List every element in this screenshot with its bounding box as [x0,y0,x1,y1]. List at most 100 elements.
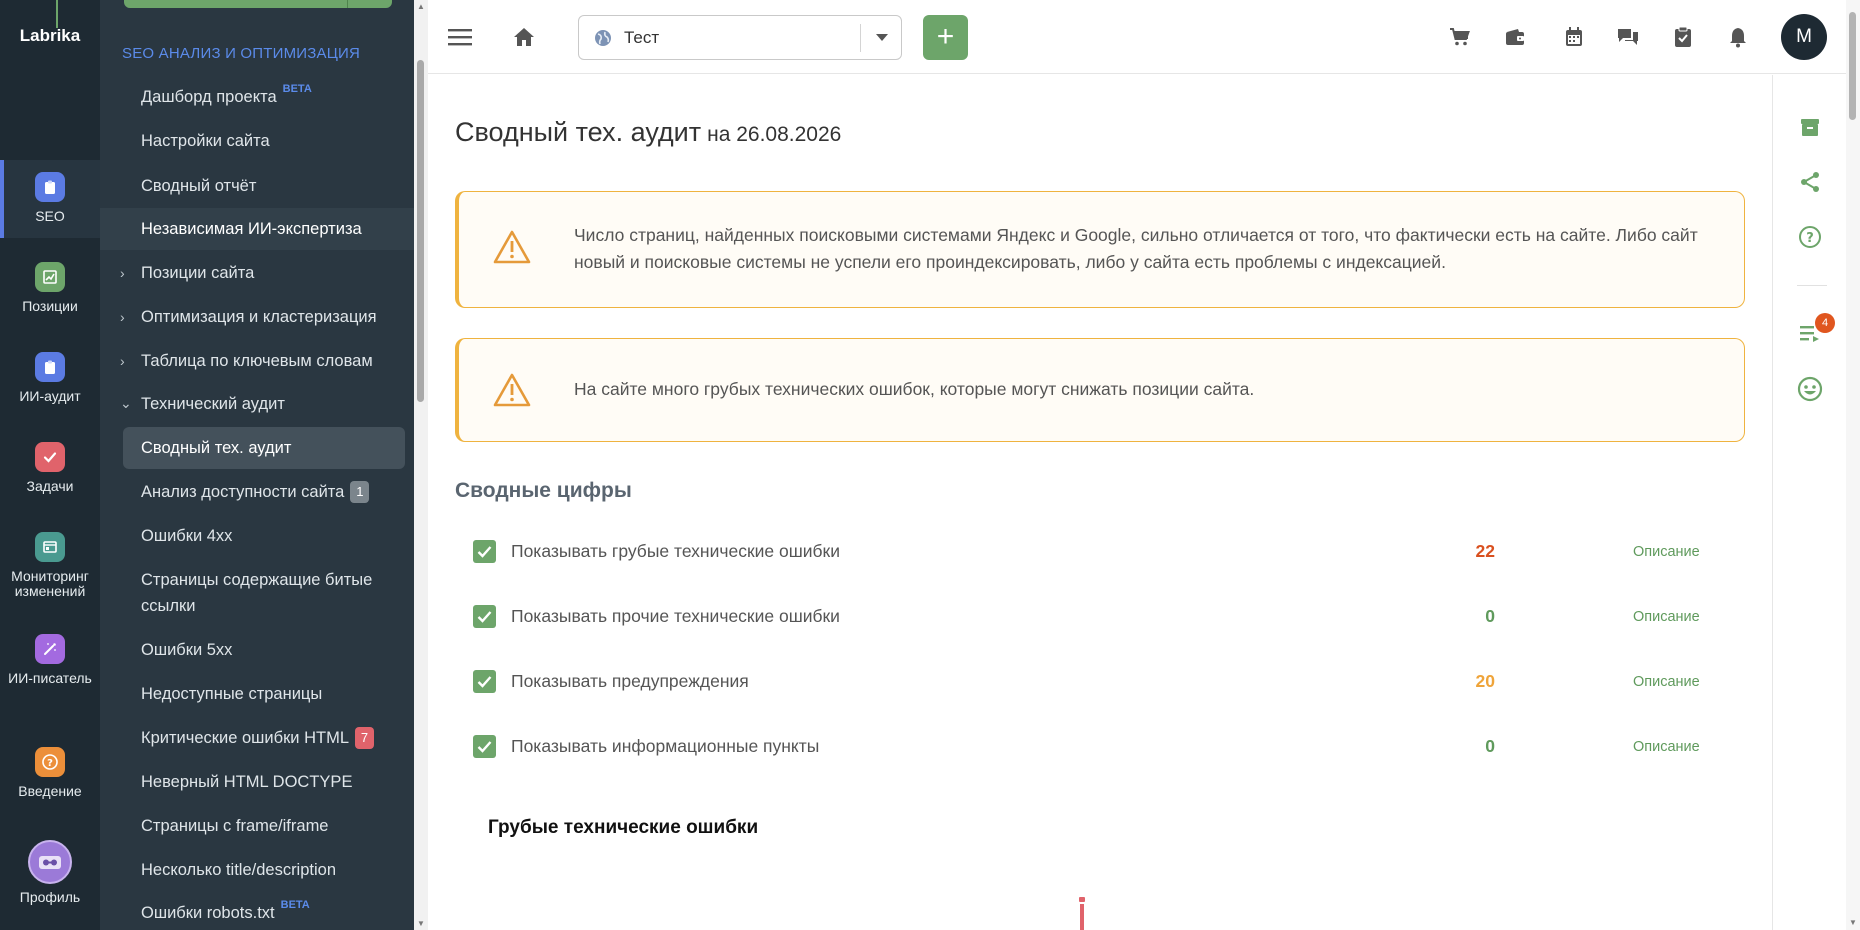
add-project-button[interactable]: + [923,15,968,60]
sidebar-item-errors-5xx[interactable]: Ошибки 5xx [100,637,414,663]
wallet-icon[interactable] [1500,22,1530,52]
sidebar-scrollbar[interactable]: ▲ ▼ [414,0,428,930]
rail-item-ai-writer[interactable]: ИИ-писатель [0,634,100,686]
warning-alert-indexing: Число страниц, найденных поисковыми сист… [455,191,1745,308]
sidebar-item-frames[interactable]: Страницы с frame/iframe [100,813,414,839]
chart-icon [35,262,65,292]
rail-item-monitoring[interactable]: Мониторинг изменений [0,532,100,599]
stat-label[interactable]: Показывать прочие технические ошибки [511,606,840,627]
rail-item-intro[interactable]: ? Введение [0,747,100,799]
sidebar-item-label: Анализ доступности сайта [141,483,345,501]
user-avatar[interactable]: M [1781,14,1827,60]
stat-value: 20 [1475,671,1495,691]
rail-item-label: Профиль [19,889,81,905]
description-link[interactable]: Описание [1633,609,1700,625]
sidebar-item-unavailable-pages[interactable]: Недоступные страницы [100,681,414,707]
scroll-down-icon[interactable]: ▼ [417,919,425,928]
sidebar-item-title-description[interactable]: Несколько title/description [100,857,414,883]
menu-icon[interactable] [445,22,475,52]
sidebar-item-label: Независимая ИИ-экспертиза [141,220,362,238]
sidebar-item-site-settings[interactable]: Настройки сайта [100,128,414,154]
scrollbar-thumb[interactable] [1849,12,1856,120]
home-icon[interactable] [509,22,539,52]
sidebar-item-dashboard[interactable]: Дашборд проекта BETA [100,83,414,112]
stat-label[interactable]: Показывать предупреждения [511,671,749,692]
sidebar-item-label: Ошибки 5xx [141,641,233,659]
sidebar-item-label: Позиции сайта [141,264,255,282]
sidebar-item-label: Настройки сайта [141,132,270,150]
sidebar-item-keyword-table[interactable]: › Таблица по ключевым словам [100,348,414,374]
sidebar-top-button[interactable] [124,0,392,8]
sidebar-item-label: Ошибки 4xx [141,527,233,545]
chevron-right-icon: › [120,309,125,325]
chevron-down-icon[interactable] [876,34,888,41]
sidebar-item-optimization[interactable]: › Оптимизация и кластеризация [100,304,414,330]
support-icon[interactable] [1797,376,1823,402]
right-rail: ? 4 [1772,75,1846,930]
sidebar-item-summary-report[interactable]: Сводный отчёт [100,173,414,199]
rail-item-tasks[interactable]: Задачи [0,442,100,494]
stat-row: Показывать прочие технические ошибки 0 О… [473,602,1723,632]
rail-item-seo[interactable]: SEO [0,160,100,238]
rail-item-ai-audit[interactable]: ИИ-аудит [0,352,100,404]
right-rail-divider [1797,285,1827,286]
checkbox[interactable] [473,670,496,693]
sidebar-item-tech-audit[interactable]: ⌄ Технический аудит [100,391,414,417]
share-icon[interactable] [1797,169,1823,195]
page-scrollbar[interactable]: ▼ [1846,0,1860,930]
magic-wand-icon [35,634,65,664]
sidebar-item-site-positions[interactable]: › Позиции сайта [100,260,414,286]
clipboard-icon [35,172,65,202]
sidebar-nav: SEO АНАЛИЗ И ОПТИМИЗАЦИЯ Дашборд проекта… [100,0,414,930]
stat-row: Показывать грубые технические ошибки 22 … [473,537,1723,567]
scroll-up-icon[interactable]: ▲ [417,2,425,11]
checkbox[interactable] [473,735,496,758]
sidebar-item-broken-links[interactable]: Страницы содержащие битые ссылки [100,567,414,619]
rail-item-label: Мониторинг изменений [11,568,89,599]
description-link[interactable]: Описание [1633,674,1700,690]
svg-text:?: ? [47,758,53,769]
sidebar-item-robots[interactable]: Ошибки robots.txt BETA [100,899,414,928]
logo[interactable]: Labrika [0,26,100,46]
sidebar-item-doctype[interactable]: Неверный HTML DOCTYPE [100,769,414,795]
chat-icon[interactable] [1613,22,1643,52]
globe-icon [593,28,613,53]
rail-item-profile[interactable]: Профиль [0,840,100,905]
description-link[interactable]: Описание [1633,739,1700,755]
sidebar-item-label: Критические ошибки HTML [141,729,350,747]
chevron-down-icon: ⌄ [120,395,132,411]
checkbox[interactable] [473,605,496,628]
sidebar-item-summary-tech-audit[interactable]: Сводный тех. аудит [123,427,405,469]
stat-label[interactable]: Показывать информационные пункты [511,736,819,757]
scrollbar-thumb[interactable] [417,60,424,402]
clipboard-check-icon[interactable] [1668,22,1698,52]
sidebar-item-critical-html[interactable]: Критические ошибки HTML 7 [100,725,414,751]
question-icon: ? [35,747,65,777]
sidebar-item-label: Страницы с frame/iframe [141,817,329,835]
sidebar-item-errors-4xx[interactable]: Ошибки 4xx [100,523,414,549]
cart-icon[interactable] [1445,22,1475,52]
notification-count-badge: 4 [1815,313,1835,333]
description-link[interactable]: Описание [1633,544,1700,560]
scroll-down-icon[interactable]: ▼ [1849,918,1857,927]
help-icon[interactable]: ? [1797,224,1823,250]
stat-label[interactable]: Показывать грубые технические ошибки [511,541,840,562]
rail-item-label: Задачи [26,478,74,494]
stat-value: 0 [1485,736,1495,756]
calendar-icon[interactable] [1559,22,1589,52]
sidebar-item-label: Таблица по ключевым словам [141,352,373,370]
sidebar-section-title: SEO АНАЛИЗ И ОПТИМИЗАЦИЯ [122,45,361,62]
archive-icon[interactable] [1797,114,1823,140]
chevron-right-icon: › [120,265,125,281]
bell-icon[interactable] [1723,22,1753,52]
project-select[interactable]: Тест [578,15,902,60]
chevron-right-icon: › [120,353,125,369]
warning-icon [493,230,531,269]
sidebar-item-ai-expertise[interactable]: Независимая ИИ-экспертиза [100,208,414,250]
rail-item-positions[interactable]: Позиции [0,262,100,314]
warning-alert-errors: На сайте много грубых технических ошибок… [455,338,1745,442]
checkbox[interactable] [473,540,496,563]
audit-date: на 26.08.2026 [707,123,842,146]
sidebar-item-availability[interactable]: Анализ доступности сайта 1 [100,479,414,505]
monitor-icon [35,532,65,562]
